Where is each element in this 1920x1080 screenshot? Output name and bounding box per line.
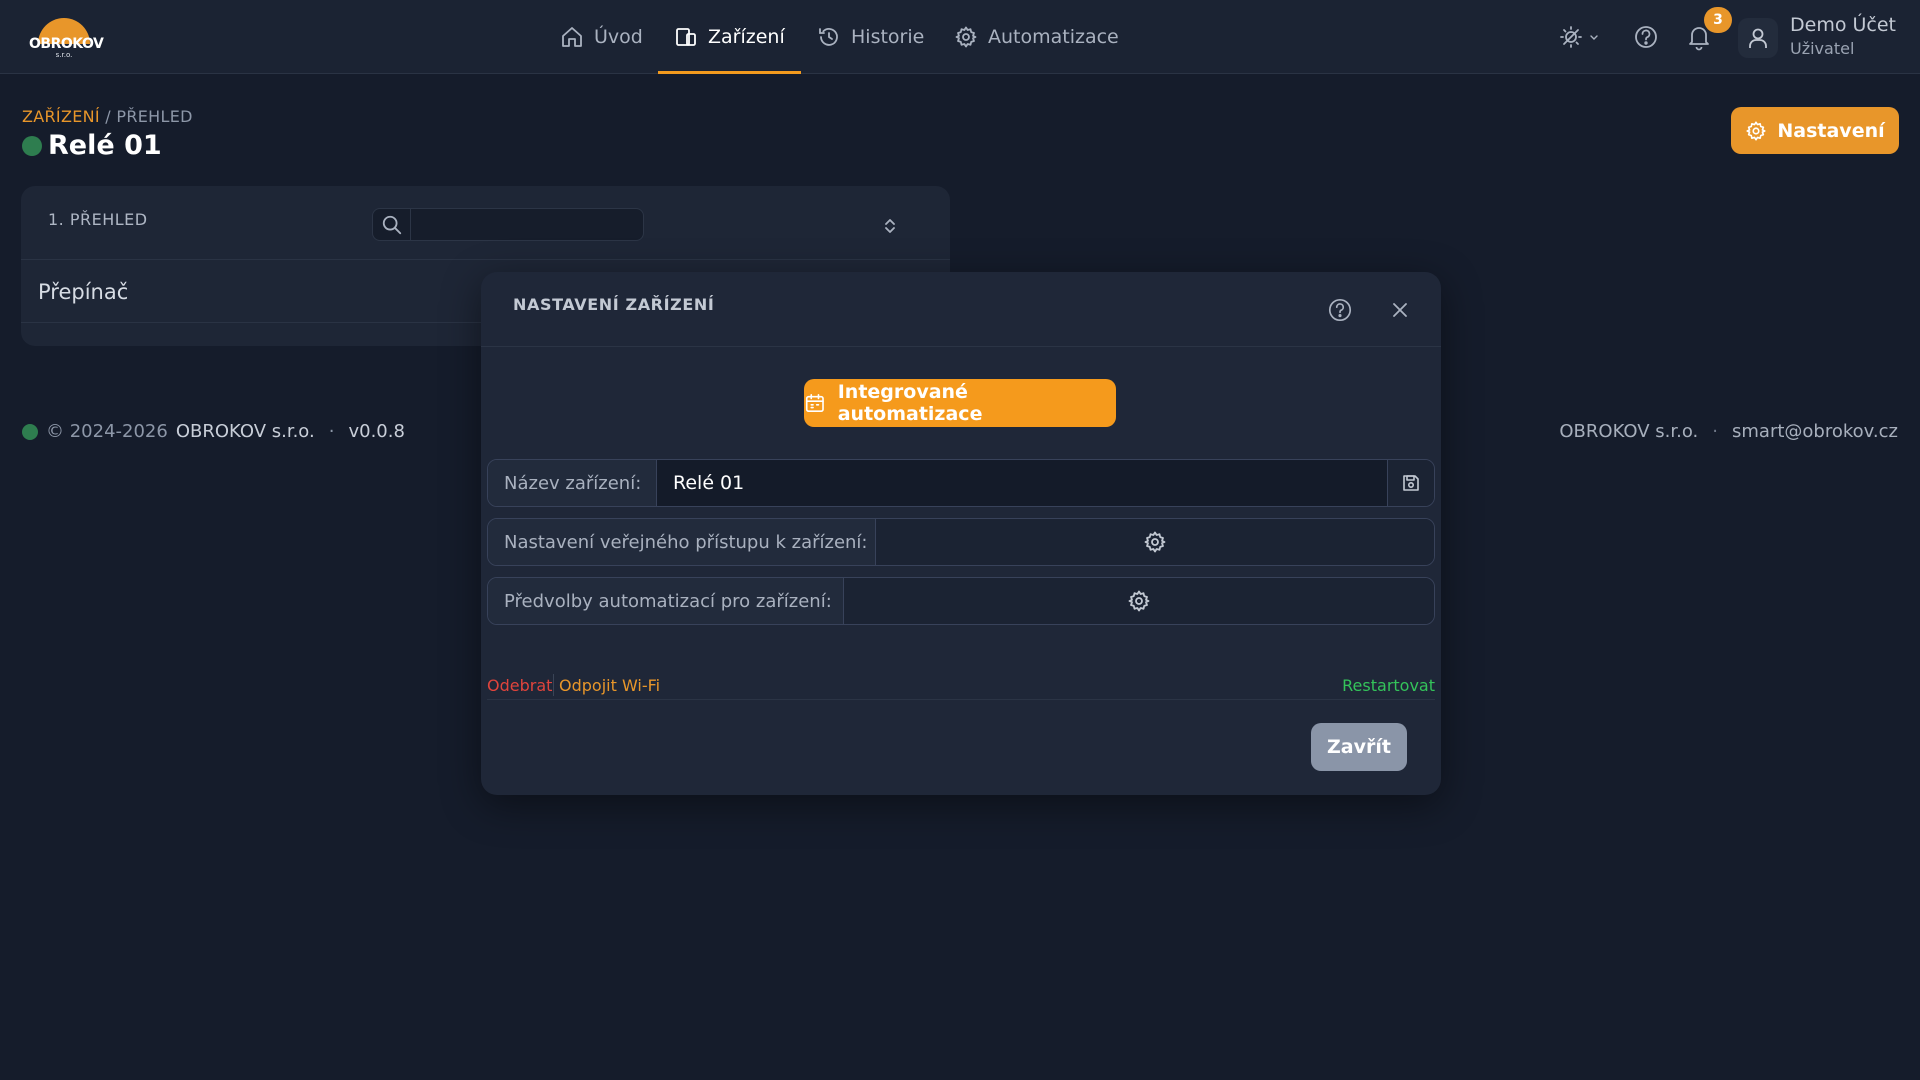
sort-icon[interactable]: [881, 217, 899, 235]
page-title-wrap: Relé 01: [22, 130, 162, 161]
integrated-automations-button[interactable]: Integrované automatizace: [804, 379, 1116, 427]
public-access-row: Nastavení veřejného přístupu k zařízení:: [487, 518, 1435, 566]
gear-icon: [1144, 531, 1166, 553]
footer-right-company[interactable]: OBROKOV s.r.o.: [1559, 421, 1698, 442]
panel-title: 1. PŘEHLED: [48, 210, 148, 229]
theme-toggle-button[interactable]: [1558, 23, 1604, 51]
device-name-input[interactable]: [657, 460, 1388, 506]
switch-row-label: Přepínač: [38, 280, 129, 304]
footer-left: © 2024-2026 OBROKOV s.r.o. · v0.0.8: [22, 421, 405, 442]
theme-toggle-icon: [1560, 26, 1598, 48]
footer-right: OBROKOV s.r.o. · smart@obrokov.cz: [1559, 421, 1898, 442]
device-name-row: Název zařízení:: [487, 459, 1435, 507]
notification-badge: 3: [1704, 7, 1732, 33]
user-name[interactable]: Demo Účet: [1790, 14, 1896, 36]
panel-search: [372, 208, 644, 241]
modal-header: NASTAVENÍ ZAŘÍZENÍ: [481, 272, 1441, 347]
footer-email[interactable]: smart@obrokov.cz: [1732, 421, 1898, 442]
divider: [487, 699, 1435, 700]
nav-item-label: Zařízení: [708, 26, 785, 48]
public-access-settings-button[interactable]: [876, 519, 1434, 565]
settings-button[interactable]: Nastavení: [1731, 107, 1899, 154]
remove-device-link[interactable]: Odebrat: [487, 676, 552, 695]
breadcrumb: ZAŘÍZENÍ / PŘEHLED: [22, 107, 193, 126]
nav-item-uvod[interactable]: Úvod: [560, 0, 643, 74]
avatar[interactable]: [1738, 18, 1778, 58]
gear-icon: [1128, 590, 1150, 612]
search-input[interactable]: [413, 209, 641, 240]
save-name-button[interactable]: [1387, 460, 1434, 506]
close-button[interactable]: Zavřít: [1311, 723, 1407, 771]
settings-button-label: Nastavení: [1777, 119, 1885, 142]
automation-presets-label: Předvolby automatizací pro zařízení:: [488, 578, 844, 624]
footer-separator: ·: [328, 421, 335, 442]
user-role: Uživatel: [1790, 39, 1855, 58]
search-icon-box: [373, 209, 411, 240]
breadcrumb-current: PŘEHLED: [116, 107, 193, 126]
breadcrumb-link-zarizeni[interactable]: ZAŘÍZENÍ: [22, 107, 100, 126]
footer-copyright: © 2024-2026: [46, 421, 168, 442]
calendar-icon: [805, 394, 824, 412]
nav-item-automatizace[interactable]: Automatizace: [954, 0, 1119, 74]
status-indicator: [22, 135, 42, 156]
public-access-label: Nastavení veřejného přístupu k zařízení:: [488, 519, 876, 565]
logo-text: OBROKOV: [29, 36, 104, 52]
nav-item-historie[interactable]: Historie: [817, 0, 924, 74]
nav-item-label: Úvod: [594, 26, 643, 48]
footer-company: OBROKOV s.r.o.: [175, 421, 315, 442]
help-button[interactable]: [1632, 23, 1660, 51]
automation-presets-settings-button[interactable]: [844, 578, 1434, 624]
nav-item-zarizeni[interactable]: Zařízení: [658, 0, 801, 74]
status-indicator: [22, 423, 38, 440]
nav-item-label: Historie: [851, 26, 925, 48]
gear-icon: [1746, 120, 1766, 141]
device-name-label: Název zařízení:: [488, 460, 657, 506]
help-icon[interactable]: [1327, 297, 1353, 323]
history-icon: [819, 28, 838, 46]
home-icon: [562, 27, 582, 47]
help-icon: [1635, 26, 1657, 48]
divider: [553, 674, 554, 696]
integrated-automations-label: Integrované automatizace: [837, 381, 983, 425]
device-settings-modal: NASTAVENÍ ZAŘÍZENÍ Integrované automatiz…: [481, 272, 1441, 795]
disconnect-wifi-link[interactable]: Odpojit Wi-Fi: [559, 676, 660, 695]
top-bar: OBROKOV s.r.o. Úvod Zařízení Historie Au…: [0, 0, 1920, 74]
page-title: Relé 01: [48, 130, 162, 161]
close-icon[interactable]: [1390, 300, 1410, 320]
footer-separator: ·: [1712, 421, 1719, 442]
brand-logo[interactable]: OBROKOV s.r.o.: [26, 12, 104, 62]
gear-icon: [955, 26, 977, 48]
footer-version: v0.0.8: [348, 421, 405, 442]
modal-title: NASTAVENÍ ZAŘÍZENÍ: [513, 295, 715, 314]
search-icon: [382, 215, 401, 234]
automation-presets-row: Předvolby automatizací pro zařízení:: [487, 577, 1435, 625]
panel-header: 1. PŘEHLED: [21, 186, 950, 260]
restart-device-link[interactable]: Restartovat: [1342, 676, 1435, 695]
logo-subtext: s.r.o.: [55, 51, 73, 59]
user-icon: [1749, 28, 1767, 48]
nav-item-label: Automatizace: [988, 26, 1119, 48]
save-icon: [1403, 475, 1419, 491]
devices-icon: [676, 28, 696, 46]
breadcrumb-separator: /: [105, 107, 111, 126]
